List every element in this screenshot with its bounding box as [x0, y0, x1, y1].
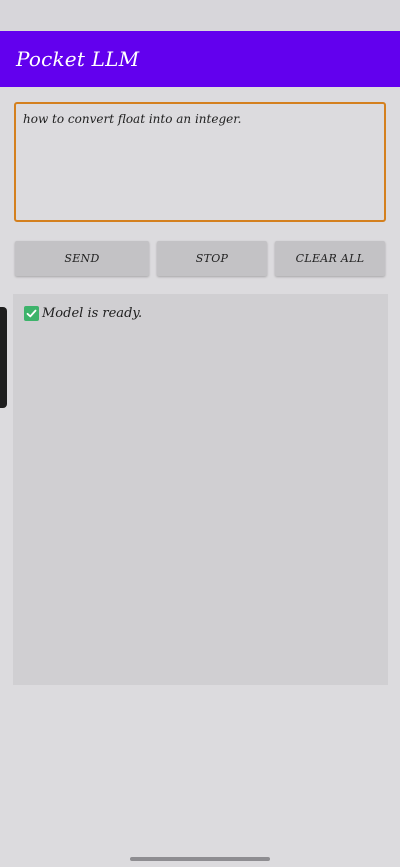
stop-button[interactable]: STOP: [157, 241, 267, 276]
edge-panel-handle[interactable]: [0, 307, 7, 408]
output-panel: Model is ready.: [13, 294, 388, 685]
model-status-text: Model is ready.: [42, 306, 143, 321]
clear-all-button[interactable]: CLEAR ALL: [275, 241, 385, 276]
status-bar: [0, 0, 400, 31]
send-button[interactable]: SEND: [15, 241, 149, 276]
home-indicator[interactable]: [130, 857, 270, 861]
prompt-input[interactable]: how to convert float into an integer.: [14, 102, 386, 222]
check-icon: [24, 306, 39, 321]
prompt-input-text: how to convert float into an integer.: [23, 112, 242, 126]
model-status: Model is ready.: [24, 306, 142, 321]
app-bar: Pocket LLM: [0, 31, 400, 87]
app-title: Pocket LLM: [16, 47, 140, 71]
